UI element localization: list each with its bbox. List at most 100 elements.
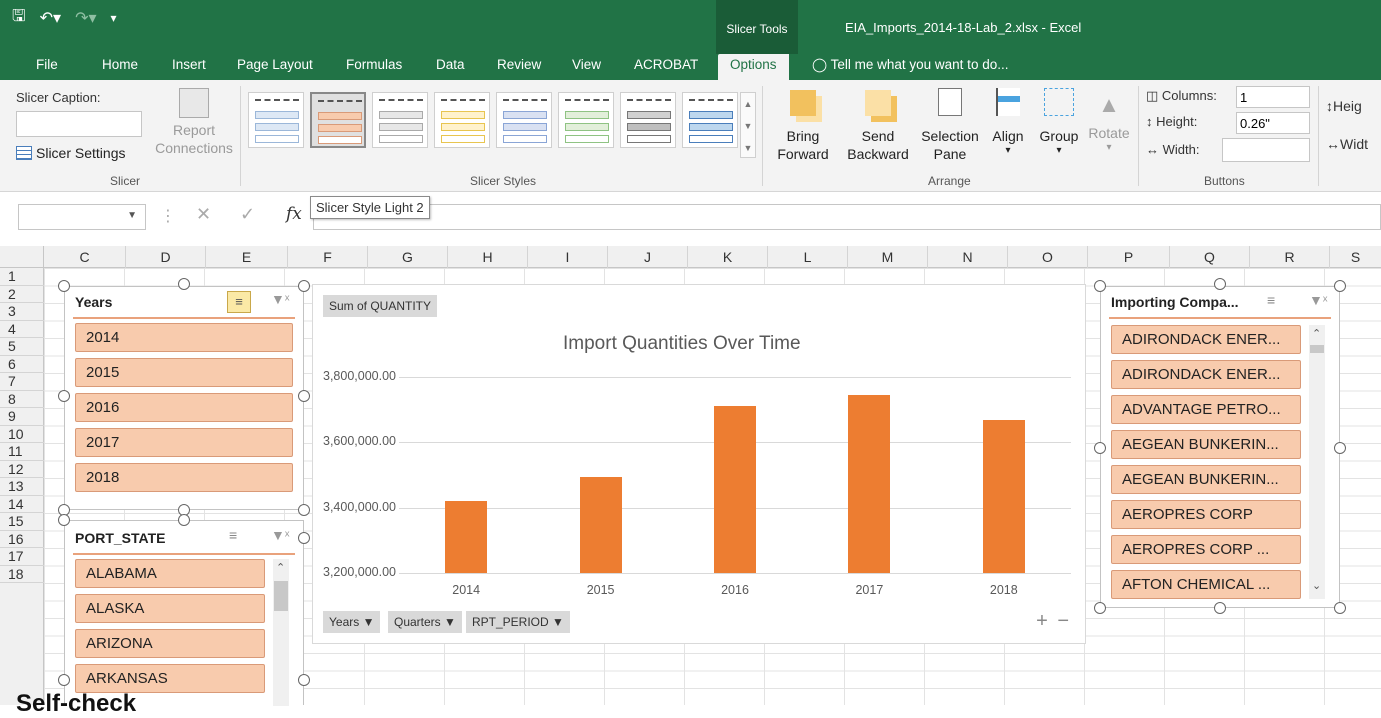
gallery-scroll[interactable]: ▲ ▼ ▼ xyxy=(740,92,756,158)
column-header[interactable]: R xyxy=(1250,246,1330,268)
row-header[interactable]: 10 xyxy=(0,426,44,443)
resize-handle[interactable] xyxy=(1094,280,1106,292)
slicer-item[interactable]: AEGEAN BUNKERIN... xyxy=(1111,430,1301,459)
column-header[interactable]: Q xyxy=(1170,246,1250,268)
clear-filter-icon[interactable]: ▼ˣ xyxy=(1309,292,1327,308)
scroll-thumb[interactable] xyxy=(1310,345,1324,353)
row-header[interactable]: 4 xyxy=(0,321,44,338)
resize-handle[interactable] xyxy=(58,390,70,402)
axis-field-button-years[interactable]: Years ▼ xyxy=(323,611,381,633)
enter-icon[interactable]: ✓ xyxy=(240,204,255,225)
send-backward-button[interactable]: Send Backward xyxy=(840,86,916,168)
resize-handle[interactable] xyxy=(1094,602,1106,614)
row-header[interactable]: 8 xyxy=(0,391,44,408)
slicer-style-light-2[interactable] xyxy=(310,92,366,148)
bar-2017[interactable] xyxy=(848,394,891,573)
height-input[interactable] xyxy=(1236,112,1310,134)
slicer-item[interactable]: AEGEAN BUNKERIN... xyxy=(1111,465,1301,494)
resize-handle[interactable] xyxy=(178,278,190,290)
customize-qat-icon[interactable]: ▾ xyxy=(111,11,117,25)
slicer-item[interactable]: ALASKA xyxy=(75,594,265,623)
resize-handle[interactable] xyxy=(298,504,310,516)
column-header[interactable]: N xyxy=(928,246,1008,268)
name-box[interactable]: ▼ xyxy=(18,204,146,230)
save-icon[interactable]: 🖫 xyxy=(12,5,26,32)
importing-company-slicer[interactable]: Importing Compa... ≡ ▼ˣ ADIRONDACK ENER.… xyxy=(1100,286,1340,608)
slicer-item[interactable]: AEROPRES CORP ... xyxy=(1111,535,1301,564)
resize-handle[interactable] xyxy=(1334,280,1346,292)
redo-icon[interactable]: ↷▾ xyxy=(75,8,96,28)
slicer-style-light-1[interactable] xyxy=(248,92,304,148)
tab-options[interactable]: Options xyxy=(718,54,789,80)
slicer-settings-button[interactable]: Slicer Settings xyxy=(16,142,125,164)
slicer-item[interactable]: ARIZONA xyxy=(75,629,265,658)
row-header[interactable]: 11 xyxy=(0,443,44,461)
formula-input[interactable] xyxy=(313,204,1381,230)
slicer-item[interactable]: ADIRONDACK ENER... xyxy=(1111,325,1301,354)
resize-handle[interactable] xyxy=(58,674,70,686)
multi-select-icon[interactable]: ≡ xyxy=(229,527,237,543)
tab-home[interactable]: Home xyxy=(102,54,138,80)
resize-handle[interactable] xyxy=(298,390,310,402)
column-header[interactable]: P xyxy=(1088,246,1170,268)
tab-file[interactable]: File xyxy=(36,54,58,80)
column-header[interactable]: J xyxy=(608,246,688,268)
column-header[interactable]: E xyxy=(206,246,288,268)
slicer-style-light-5[interactable] xyxy=(496,92,552,148)
column-header[interactable]: L xyxy=(768,246,848,268)
tab-insert[interactable]: Insert xyxy=(172,54,206,80)
slicer-scrollbar[interactable]: ⌃ xyxy=(273,559,289,706)
insert-function-icon[interactable]: fx xyxy=(286,204,302,224)
column-header[interactable]: M xyxy=(848,246,928,268)
row-header[interactable]: 14 xyxy=(0,496,44,513)
axis-field-button-quarters[interactable]: Quarters ▼ xyxy=(388,611,462,633)
row-header[interactable]: 17 xyxy=(0,548,44,566)
tab-view[interactable]: View xyxy=(572,54,601,80)
row-header[interactable]: 3 xyxy=(0,303,44,321)
tab-data[interactable]: Data xyxy=(436,54,465,80)
row-header[interactable]: 6 xyxy=(0,356,44,373)
column-header[interactable]: F xyxy=(288,246,368,268)
slicer-caption-input[interactable] xyxy=(16,111,142,137)
columns-input[interactable] xyxy=(1236,86,1310,108)
column-header[interactable]: D xyxy=(126,246,206,268)
selection-pane-button[interactable]: Selection Pane xyxy=(918,86,982,168)
row-header[interactable]: 16 xyxy=(0,531,44,548)
slicer-style-light-4[interactable] xyxy=(434,92,490,148)
row-header[interactable]: 13 xyxy=(0,478,44,496)
pivot-chart[interactable]: Sum of QUANTITY Import Quantities Over T… xyxy=(312,284,1086,644)
resize-handle[interactable] xyxy=(1334,442,1346,454)
clear-filter-icon[interactable]: ▼ˣ xyxy=(271,527,289,543)
resize-handle[interactable] xyxy=(58,514,70,526)
bar-2018[interactable] xyxy=(982,420,1025,573)
resize-handle[interactable] xyxy=(298,532,310,544)
column-header[interactable]: S xyxy=(1330,246,1381,268)
slicer-item[interactable]: 2014 xyxy=(75,323,293,352)
resize-handle[interactable] xyxy=(1214,278,1226,290)
clear-filter-icon[interactable]: ▼ˣ xyxy=(271,291,289,307)
tab-acrobat[interactable]: ACROBAT xyxy=(634,54,698,80)
row-header[interactable]: 18 xyxy=(0,566,44,583)
undo-icon[interactable]: ↶▾ xyxy=(40,8,61,28)
column-header[interactable]: H xyxy=(448,246,528,268)
years-slicer[interactable]: Years ≡ ▼ˣ 2014 2015 2016 2017 2018 xyxy=(64,286,304,510)
row-header[interactable]: 5 xyxy=(0,338,44,356)
slicer-item[interactable]: 2017 xyxy=(75,428,293,457)
slicer-style-light-6[interactable] xyxy=(558,92,614,148)
resize-handle[interactable] xyxy=(58,280,70,292)
resize-handle[interactable] xyxy=(178,514,190,526)
multi-select-icon[interactable]: ≡ xyxy=(1267,292,1275,308)
slicer-item[interactable]: ARKANSAS xyxy=(75,664,265,693)
slicer-item[interactable]: 2015 xyxy=(75,358,293,387)
rotate-button[interactable]: ▲ Rotate ▾ xyxy=(1084,86,1134,168)
align-button[interactable]: Align ▾ xyxy=(986,86,1030,168)
select-all-corner[interactable] xyxy=(0,246,44,268)
scroll-thumb[interactable] xyxy=(274,581,288,611)
slicer-scrollbar[interactable]: ⌃ ⌄ xyxy=(1309,325,1325,599)
tell-me-search[interactable]: ◯ Tell me what you want to do... xyxy=(812,54,1008,80)
bring-forward-button[interactable]: Bring Forward xyxy=(770,86,836,168)
row-header[interactable]: 2 xyxy=(0,286,44,303)
field-button-sum-quantity[interactable]: Sum of QUANTITY xyxy=(323,295,438,317)
column-header[interactable]: K xyxy=(688,246,768,268)
expand-collapse-buttons[interactable]: + − xyxy=(1036,610,1071,633)
